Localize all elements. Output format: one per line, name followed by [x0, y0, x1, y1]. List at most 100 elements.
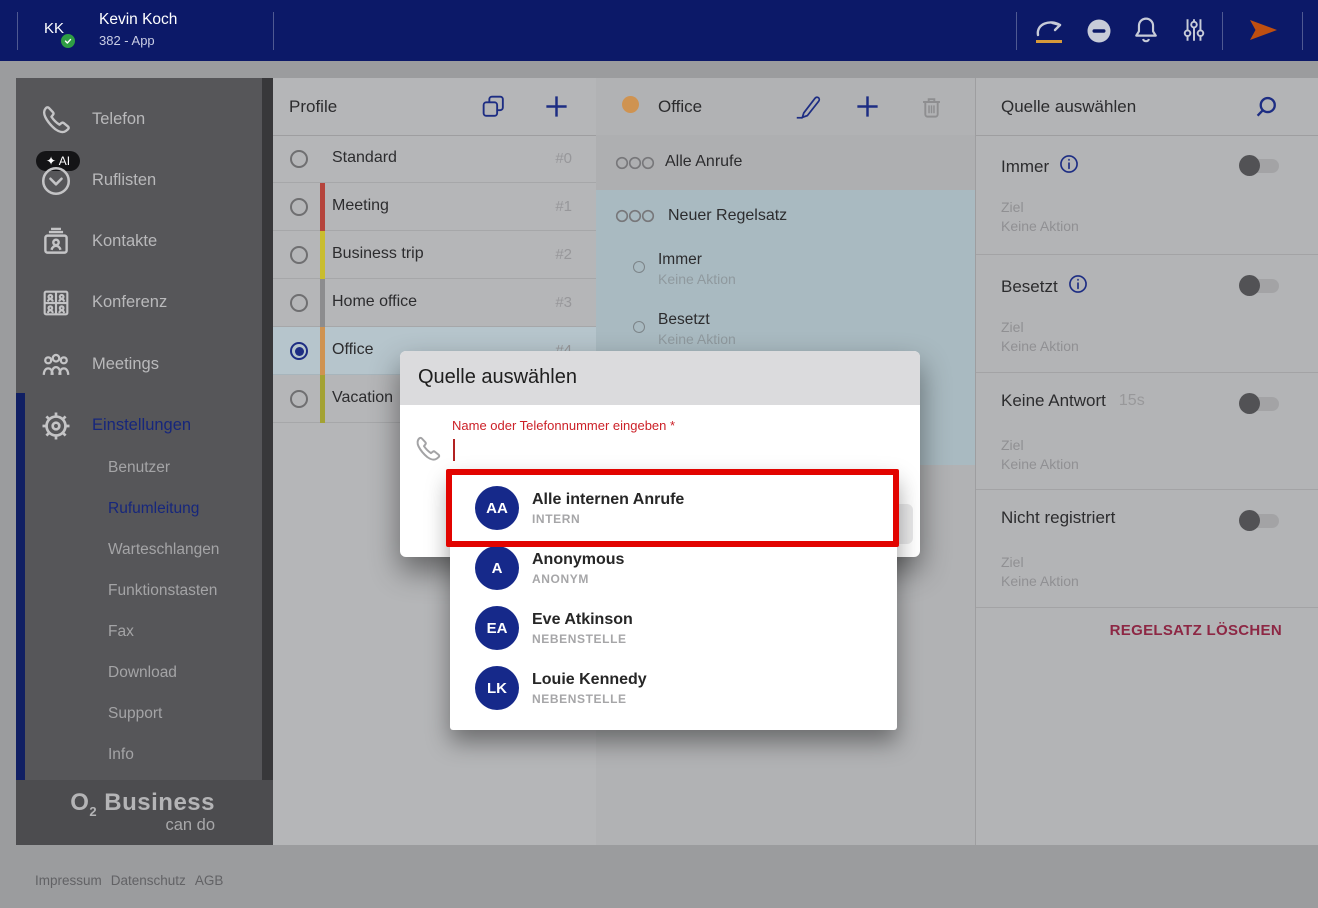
target-action: Keine Aktion [1001, 338, 1079, 354]
avatar: LK [475, 666, 519, 710]
delete-ruleset-button[interactable]: REGELSATZ LÖSCHEN [1110, 622, 1282, 639]
target-label: Ziel [1001, 437, 1024, 453]
sidebar-item-meetings[interactable]: Meetings [16, 335, 262, 396]
rule-row-label: Alle Anrufe [665, 153, 743, 170]
profile-row-meeting[interactable]: Meeting #1 [273, 183, 596, 231]
topbar-divider [1016, 12, 1017, 50]
info-icon[interactable] [1067, 273, 1089, 300]
dialog-title: Quelle auswählen [418, 366, 577, 388]
search-icon[interactable] [1252, 94, 1280, 127]
profile-color-bar [320, 327, 325, 375]
copy-icon[interactable] [480, 93, 507, 125]
phone-icon [36, 100, 76, 140]
footer-link-agb[interactable]: AGB [195, 873, 224, 888]
sidebar-sub-benutzer[interactable]: Benutzer [108, 447, 170, 488]
source-section-keine-antwort: Keine Antwort 15s Ziel Keine Aktion [976, 373, 1318, 490]
toggle-nicht-registriert[interactable] [1239, 510, 1279, 531]
suggestion-type: NEBENSTELLE [532, 692, 627, 706]
trash-icon[interactable] [918, 93, 945, 125]
sources-title: Quelle auswählen [1001, 97, 1137, 116]
source-name: Keine Antwort [1001, 391, 1106, 410]
radio-button[interactable] [290, 294, 308, 312]
avatar[interactable]: KK [44, 20, 64, 37]
radio-button[interactable] [290, 198, 308, 216]
add-rule-icon[interactable] [854, 93, 881, 125]
call-forward-icon[interactable] [1032, 14, 1068, 51]
subrule-bullet-icon [633, 261, 645, 273]
dialog-header: Quelle auswählen [400, 351, 920, 405]
sidebar-sub-warteschlangen[interactable]: Warteschlangen [108, 529, 219, 570]
sliders-icon[interactable] [1181, 16, 1207, 49]
sidebar-sub-download[interactable]: Download [108, 652, 177, 693]
toggle-immer[interactable] [1239, 155, 1279, 176]
profile-row-home-office[interactable]: Home office #3 [273, 279, 596, 327]
pencil-icon[interactable] [793, 93, 821, 126]
sidebar-sub-funktionstasten[interactable]: Funktionstasten [108, 570, 217, 611]
sidebar-item-telefon[interactable]: Telefon [16, 90, 262, 151]
profile-name: Home office [332, 293, 418, 310]
footer-link-impressum[interactable]: Impressum [35, 873, 102, 888]
user-name: Kevin Koch [99, 11, 178, 28]
ruleset-label: Neuer Regelsatz [668, 207, 788, 224]
sidebar-item-kontakte[interactable]: Kontakte [16, 212, 262, 273]
topbar: KK Kevin Koch 382 - App [0, 0, 1318, 61]
radio-button[interactable] [290, 390, 308, 408]
source-section-besetzt: Besetzt Ziel Keine Aktion [976, 255, 1318, 373]
profile-number: #0 [555, 150, 572, 167]
sidebar-sub-label: Info [108, 745, 134, 763]
subrule-name[interactable]: Immer [658, 251, 702, 269]
source-section-immer: Immer Ziel Keine Aktion [976, 135, 1318, 255]
radio-button[interactable] [290, 246, 308, 264]
user-extension: 382 - App [99, 33, 155, 48]
sidebar-sub-rufumleitung[interactable]: Rufumleitung [108, 488, 199, 529]
profile-row-business-trip[interactable]: Business trip #2 [273, 231, 596, 279]
suggestion-eve-atkinson[interactable]: EA Eve Atkinson NEBENSTELLE [450, 598, 897, 658]
subrule-action: Keine Aktion [658, 331, 736, 347]
suggestion-name: Alle internen Anrufe [532, 491, 685, 508]
sidebar-sub-label: Download [108, 663, 177, 681]
suggestion-alle-internen-anrufe[interactable]: AA Alle internen Anrufe INTERN [450, 478, 897, 538]
send-icon[interactable] [1246, 17, 1280, 48]
bell-icon[interactable] [1133, 15, 1159, 50]
radio-button[interactable] [290, 150, 308, 168]
sidebar-sub-label: Warteschlangen [108, 540, 220, 558]
footer-link-datenschutz[interactable]: Datenschutz [111, 873, 186, 888]
info-icon[interactable] [1058, 153, 1080, 180]
phone-number-input[interactable] [453, 437, 833, 463]
profile-name: Vacation [332, 389, 394, 406]
profile-number: #3 [555, 294, 572, 311]
add-profile-icon[interactable] [543, 93, 570, 125]
source-name: Nicht registriert [1001, 508, 1116, 527]
profile-name: Meeting [332, 197, 389, 214]
dnd-icon[interactable] [1086, 18, 1112, 49]
avatar: EA [475, 606, 519, 650]
brand-logo-text: O2 Business [70, 789, 215, 819]
target-label: Ziel [1001, 199, 1024, 215]
profile-color-bar [320, 375, 325, 423]
clock-icon [36, 161, 76, 201]
sidebar-sub-info[interactable]: Info [108, 734, 134, 775]
target-label: Ziel [1001, 319, 1024, 335]
suggestion-anonymous[interactable]: A Anonymous ANONYM [450, 538, 897, 598]
profile-number: #1 [555, 198, 572, 215]
timeout-value[interactable]: 15s [1119, 392, 1145, 410]
sidebar-sub-label: Rufumleitung [108, 499, 200, 517]
sidebar-item-ruflisten[interactable]: Ruflisten ✦ AI [16, 151, 262, 212]
profile-row-standard[interactable]: Standard #0 [273, 135, 596, 183]
topbar-divider [1222, 12, 1223, 50]
brand-logo: O2 Business can do [16, 780, 273, 845]
sidebar-sub-support[interactable]: Support [108, 693, 162, 734]
rule-row-all-calls[interactable]: Alle Anrufe [596, 135, 975, 190]
toggle-besetzt[interactable] [1239, 275, 1279, 296]
topbar-divider [273, 12, 274, 50]
subrule-name[interactable]: Besetzt [658, 311, 710, 329]
profile-number: #2 [555, 246, 572, 263]
toggle-keine-antwort[interactable] [1239, 393, 1279, 414]
target-action: Keine Aktion [1001, 573, 1079, 589]
radio-button-selected[interactable] [290, 342, 308, 360]
suggestion-name: Anonymous [532, 551, 625, 568]
sidebar-item-konferenz[interactable]: Konferenz [16, 273, 262, 334]
suggestion-dropdown: AA Alle internen Anrufe INTERN A Anonymo… [450, 470, 897, 730]
sidebar-sub-fax[interactable]: Fax [108, 611, 134, 652]
suggestion-louie-kennedy[interactable]: LK Louie Kennedy NEBENSTELLE [450, 658, 897, 718]
